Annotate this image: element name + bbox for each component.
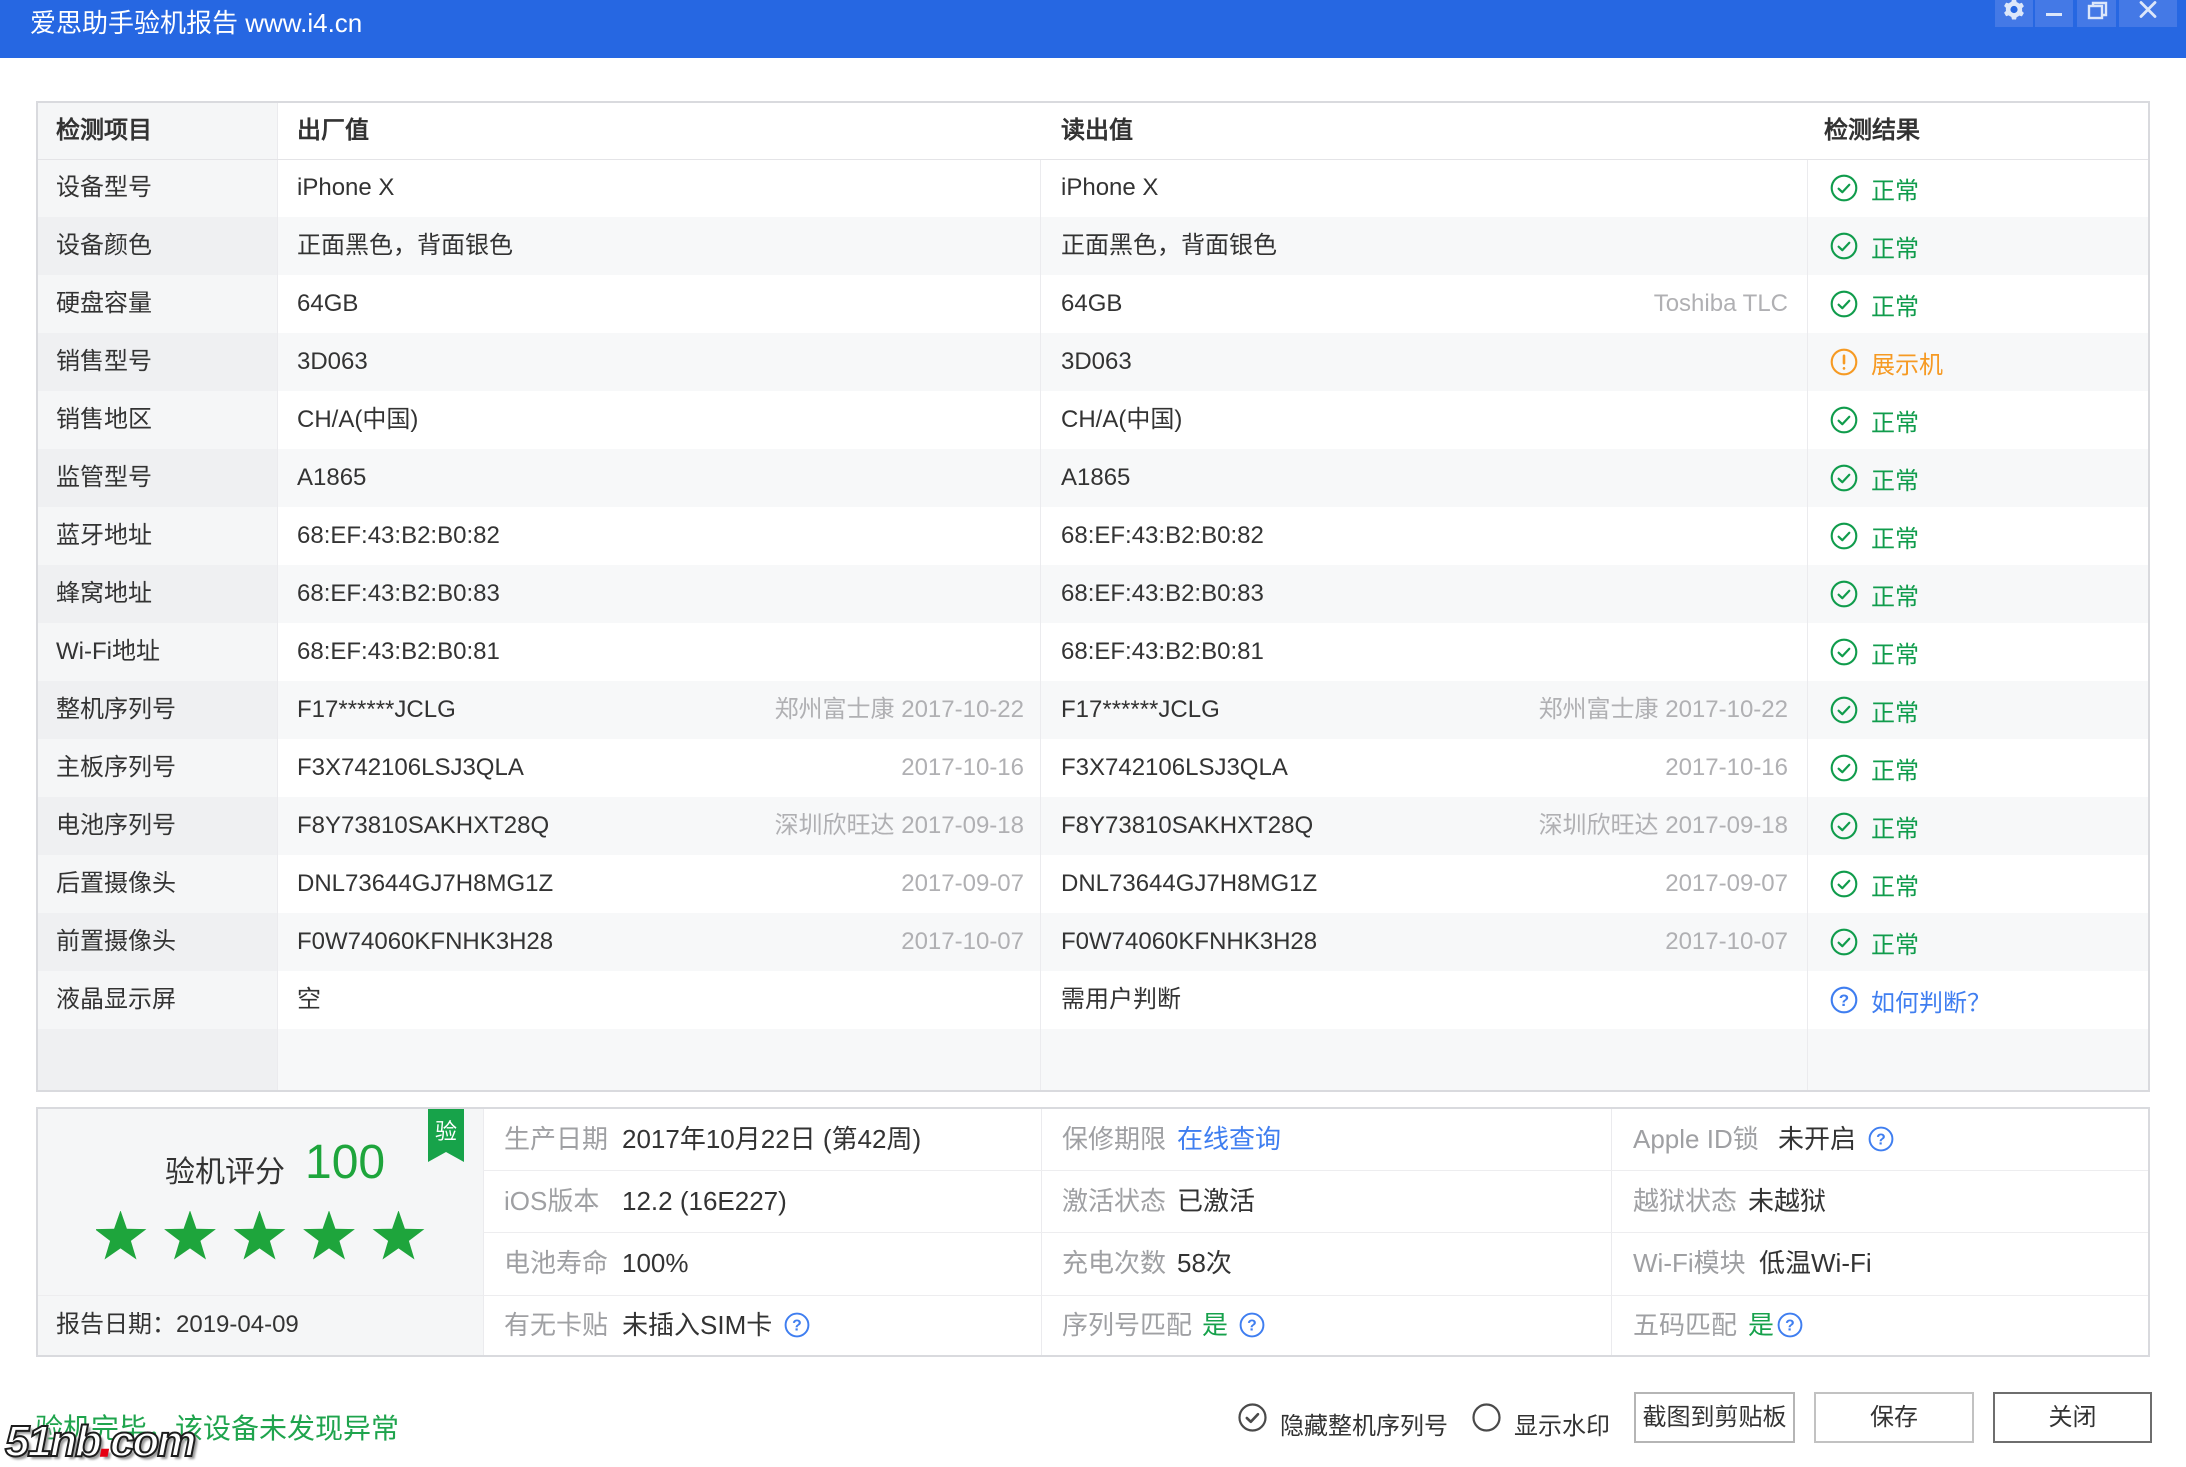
svg-text:?: ? — [1876, 1132, 1886, 1149]
svg-text:?: ? — [792, 1318, 802, 1335]
svg-text:?: ? — [1785, 1318, 1795, 1335]
svg-text:?: ? — [1247, 1318, 1257, 1335]
svg-text:?: ? — [1839, 991, 1849, 1010]
svg-text:验: 验 — [435, 1119, 457, 1144]
